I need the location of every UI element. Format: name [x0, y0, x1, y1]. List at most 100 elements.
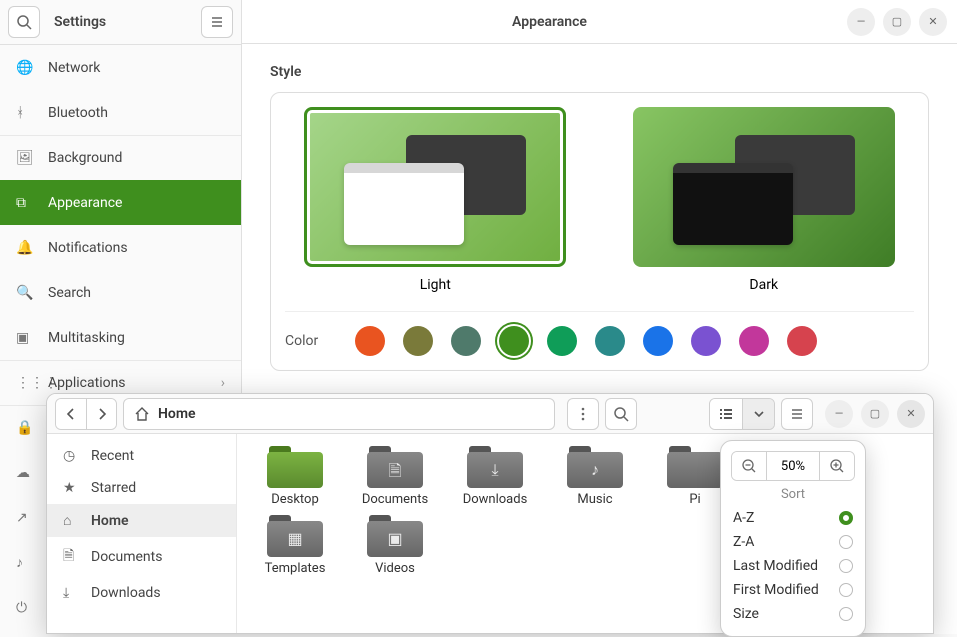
color-swatch[interactable]	[451, 326, 481, 356]
folder-music[interactable]: ♪Music	[545, 446, 645, 507]
place-downloads[interactable]: ⤓Downloads	[47, 577, 236, 609]
zoom-out-button[interactable]	[732, 452, 766, 480]
sidebar-icon: 🔔	[16, 240, 34, 256]
folder-label: Downloads	[463, 492, 528, 507]
color-swatch[interactable]	[403, 326, 433, 356]
zoom-in-icon	[829, 458, 845, 474]
view-options-button[interactable]	[742, 399, 774, 429]
color-swatch[interactable]	[691, 326, 721, 356]
maximize-button[interactable]: ▢	[883, 8, 911, 36]
nav-buttons	[55, 398, 117, 430]
files-window-controls: — ▢ ✕	[825, 400, 925, 428]
color-swatch[interactable]	[643, 326, 673, 356]
folder-label: Music	[577, 492, 612, 507]
place-starred[interactable]: ★Starred	[47, 472, 236, 504]
main-header: Appearance — ▢ ✕	[242, 0, 957, 44]
zoom-controls: 50%	[731, 451, 855, 481]
style-option-light[interactable]: Light	[304, 107, 566, 293]
files-close-button[interactable]: ✕	[897, 400, 925, 428]
files-minimize-button[interactable]: —	[825, 400, 853, 428]
page-title: Appearance	[252, 14, 847, 30]
menu-button[interactable]	[201, 6, 233, 38]
sidebar-item-notifications[interactable]: 🔔Notifications	[0, 225, 241, 270]
color-swatch[interactable]	[499, 326, 529, 356]
sidebar-item-multitasking[interactable]: ▣Multitasking	[0, 315, 241, 360]
folder-icon	[267, 446, 323, 488]
hamburger-menu-button[interactable]	[781, 398, 813, 430]
place-home[interactable]: ⌂Home	[47, 504, 236, 537]
close-button[interactable]: ✕	[919, 8, 947, 36]
sidebar-item-label: Multitasking	[48, 330, 125, 346]
place-documents[interactable]: 🗎Documents	[47, 537, 236, 577]
hamburger-icon	[209, 14, 225, 30]
style-thumb-light	[304, 107, 566, 267]
zoom-in-button[interactable]	[820, 452, 854, 480]
window-controls: — ▢ ✕	[847, 8, 947, 36]
files-search-button[interactable]	[605, 398, 637, 430]
minimize-button[interactable]: —	[847, 8, 875, 36]
sidebar-item-appearance[interactable]: ⧉Appearance	[0, 180, 241, 225]
places-sidebar: ◷Recent★Starred⌂Home🗎Documents⤓Downloads	[47, 434, 237, 633]
home-icon	[134, 406, 150, 422]
folder-desktop[interactable]: Desktop	[245, 446, 345, 507]
folder-icon: ⤓	[467, 446, 523, 488]
sort-option[interactable]: Z-A	[731, 530, 855, 554]
sidebar-icon: ᚼ	[16, 105, 34, 121]
folder-documents[interactable]: 🗎Documents	[345, 446, 445, 507]
folder-templates[interactable]: ▦ Templates	[245, 515, 345, 576]
sort-option-label: First Modified	[733, 582, 819, 598]
files-maximize-button[interactable]: ▢	[861, 400, 889, 428]
view-mode-buttons	[709, 398, 775, 430]
folder-downloads[interactable]: ⤓ Downloads	[445, 446, 545, 507]
folder-label: Pi	[689, 492, 700, 507]
color-label: Color	[285, 333, 337, 349]
folder-videos[interactable]: ▣Videos	[345, 515, 445, 576]
sort-option[interactable]: Last Modified	[731, 554, 855, 578]
sidebar-item-label: Bluetooth	[48, 105, 108, 121]
appearance-panel: Style Light Dark	[242, 44, 957, 391]
chevron-right-icon	[94, 406, 110, 422]
sidebar-item-label: Network	[48, 60, 100, 76]
folder-label: Desktop	[271, 492, 319, 507]
sidebar-item-network[interactable]: 🌐Network	[0, 45, 241, 90]
pathbar-menu-button[interactable]	[567, 398, 599, 430]
pathbar[interactable]: Home	[123, 398, 555, 430]
sidebar-icon: ⋮⋮⋮	[16, 375, 34, 391]
sidebar-icon: 🖼	[16, 150, 34, 166]
sidebar-icon: ⏻	[16, 600, 34, 616]
breadcrumb: Home	[158, 406, 196, 422]
forward-button[interactable]	[86, 399, 116, 429]
sort-option[interactable]: A-Z	[731, 506, 855, 530]
sidebar-item-label: Background	[48, 150, 122, 166]
folder-icon: ▣	[367, 515, 423, 557]
radio-icon	[839, 511, 853, 525]
color-swatch[interactable]	[739, 326, 769, 356]
list-view-button[interactable]	[710, 399, 742, 429]
folder-label: Templates	[265, 561, 326, 576]
search-icon	[16, 14, 32, 30]
color-swatch[interactable]	[355, 326, 385, 356]
style-section-label: Style	[270, 64, 929, 80]
sort-options: A-Z Z-ALast Modified First Modified Size	[731, 506, 855, 626]
sort-option[interactable]: Size	[731, 602, 855, 626]
back-button[interactable]	[56, 399, 86, 429]
color-swatch[interactable]	[547, 326, 577, 356]
style-label-dark: Dark	[749, 277, 778, 293]
sidebar-icon: ☁	[16, 465, 34, 481]
sort-option-label: A-Z	[733, 510, 754, 526]
sidebar-item-label: Search	[48, 285, 91, 301]
place-label: Starred	[91, 480, 136, 496]
zoom-out-icon	[741, 458, 757, 474]
folder-icon: ▦	[267, 515, 323, 557]
sidebar-item-bluetooth[interactable]: ᚼ Bluetooth	[0, 90, 241, 135]
sidebar-item-background[interactable]: 🖼 Background	[0, 135, 241, 180]
style-option-dark[interactable]: Dark	[633, 107, 895, 293]
place-icon: ⌂	[63, 512, 79, 529]
search-button[interactable]	[8, 6, 40, 38]
sort-option[interactable]: First Modified	[731, 578, 855, 602]
place-recent[interactable]: ◷Recent	[47, 440, 236, 472]
color-swatch[interactable]	[787, 326, 817, 356]
color-swatch[interactable]	[595, 326, 625, 356]
sidebar-item-search[interactable]: 🔍Search	[0, 270, 241, 315]
sidebar-header: Settings	[0, 0, 241, 45]
